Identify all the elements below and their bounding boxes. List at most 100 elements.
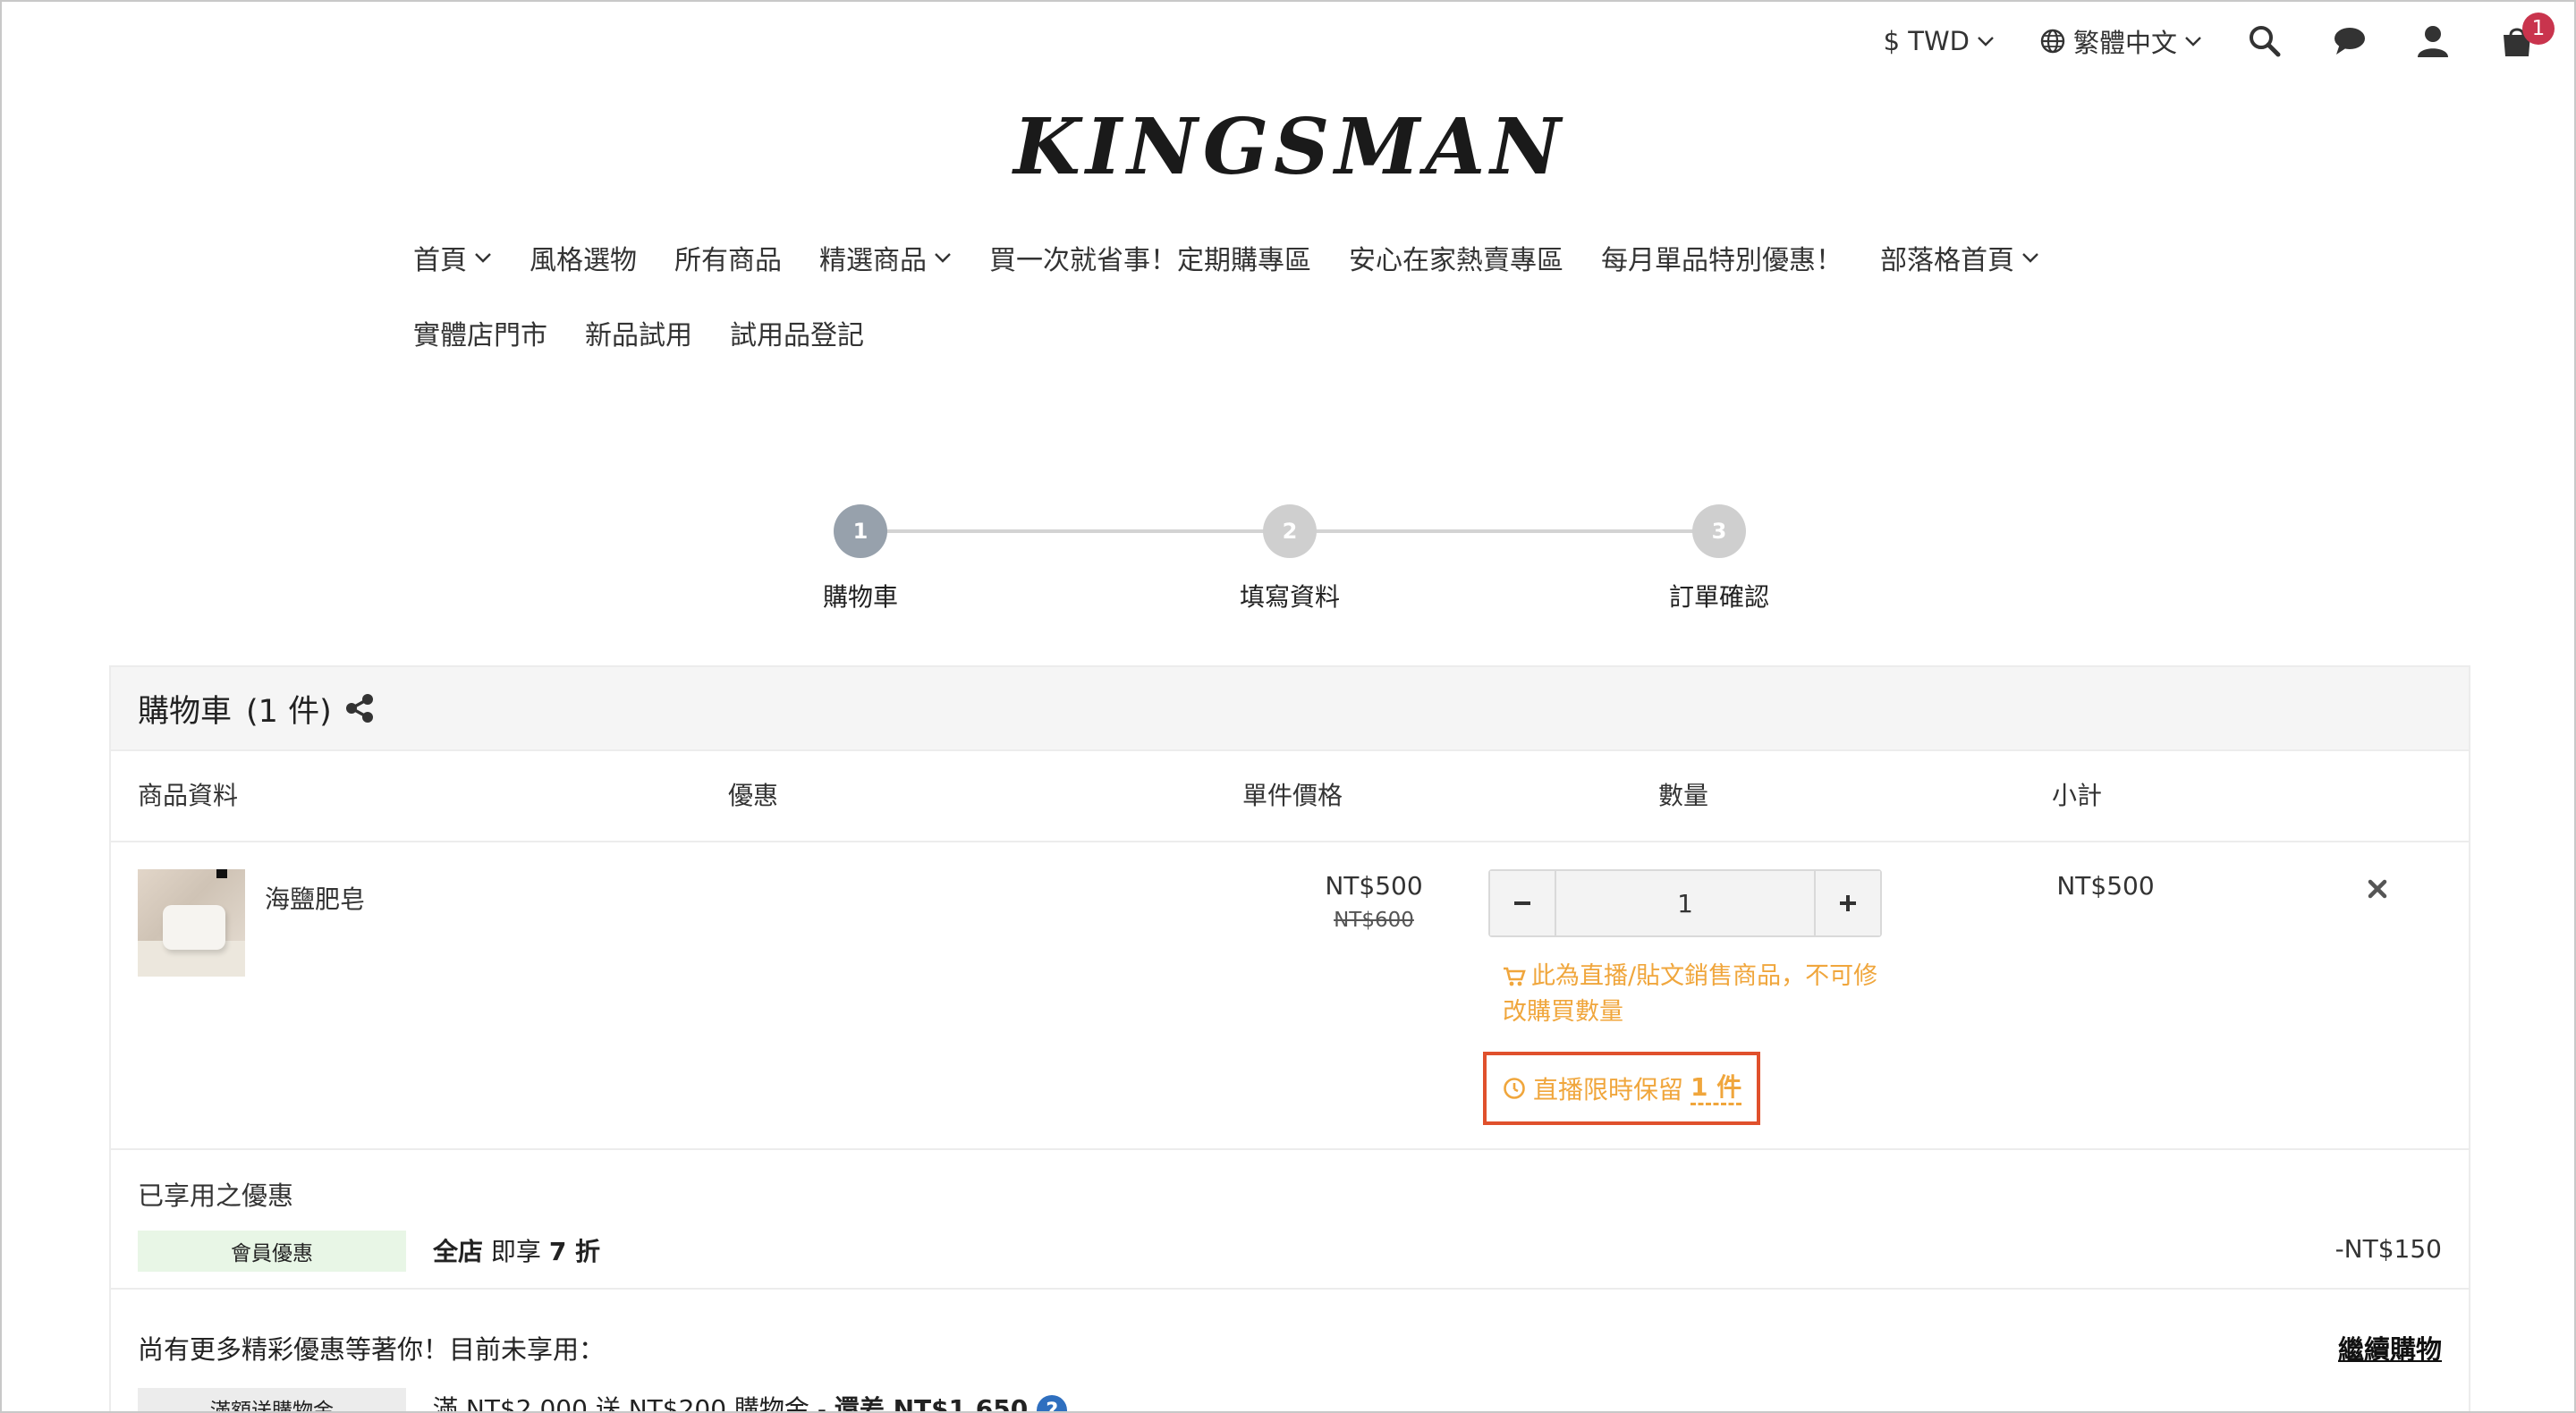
chevron-down-icon xyxy=(2022,253,2038,263)
thumbnail-mark xyxy=(216,869,227,878)
promo-scope: 全店 xyxy=(433,1237,484,1266)
nav-item-label: 試用品登記 xyxy=(730,320,864,351)
share-icon xyxy=(345,694,373,723)
nav-item[interactable]: 買一次就省事！定期購專區 xyxy=(989,238,1311,277)
promo-discount: 7 折 xyxy=(548,1237,601,1266)
member-promo-tag: 會員優惠 xyxy=(138,1231,406,1272)
step-3-number: 3 xyxy=(1692,504,1746,558)
hold-quantity[interactable]: 1 件 xyxy=(1690,1072,1742,1105)
step-confirm: 3 訂單確認 xyxy=(1630,504,1809,613)
search-button[interactable] xyxy=(2243,20,2286,63)
nav-item[interactable]: 風格選物 xyxy=(530,238,637,277)
promo-connector: 即享 xyxy=(483,1237,549,1266)
chevron-down-icon xyxy=(2185,37,2201,47)
step-2-number: 2 xyxy=(1263,504,1317,558)
checkout-steps: 1 購物車 2 填寫資料 3 訂單確認 xyxy=(2,504,2574,613)
row-divider xyxy=(111,841,2469,842)
language-selector[interactable]: 繁體中文 xyxy=(2039,22,2202,60)
nav-item[interactable]: 部落格首頁 xyxy=(1880,238,2039,277)
column-header-unit-price: 單件價格 xyxy=(1242,781,1343,810)
main-nav: 首頁 風格選物 所有商品 精選商品 買一次就省事！定期購專區 安心在家熱賣專區 每月單品特別… xyxy=(413,238,2184,352)
quantity-stepper: 1 xyxy=(1488,869,1882,937)
help-icon[interactable]: ? xyxy=(1037,1395,1068,1411)
item-subtotal: NT$500 xyxy=(2056,871,2155,901)
plus-icon xyxy=(1840,895,1856,911)
currency-label: $ TWD xyxy=(1883,26,1970,56)
nav-item[interactable]: 安心在家熱賣專區 xyxy=(1349,238,1563,277)
language-label: 繁體中文 xyxy=(2072,28,2177,58)
cart-panel: 購物車 (1 件) 商品資料 優惠 單件價格 數量 小計 海鹽肥皂 NT$500… xyxy=(109,665,2470,1413)
nav-item-label: 首頁 xyxy=(413,245,467,276)
row-divider xyxy=(111,1288,2469,1290)
currency-selector[interactable]: $ TWD xyxy=(1884,26,1995,56)
step-cart: 1 購物車 xyxy=(771,504,950,613)
step-1-label: 購物車 xyxy=(822,582,898,612)
column-header-discount: 優惠 xyxy=(728,781,779,810)
continue-shopping-link[interactable]: 繼續購物 xyxy=(2338,1329,2442,1366)
utility-bar: $ TWD 繁體中文 1 xyxy=(1839,13,2555,66)
cart-header: 購物車 (1 件) xyxy=(111,667,2469,751)
cashback-promo-tag: 滿額送購物金 xyxy=(138,1388,406,1411)
nav-item-label: 每月單品特別優惠！ xyxy=(1601,245,1843,276)
nav-item-label: 所有商品 xyxy=(674,245,782,276)
member-promo-amount: -NT$150 xyxy=(2334,1234,2442,1264)
nav-item-label: 實體店門市 xyxy=(413,320,547,351)
user-icon xyxy=(2418,26,2448,57)
product-thumbnail[interactable] xyxy=(138,869,245,977)
nav-item-label: 部落格首頁 xyxy=(1880,245,2014,276)
site-logo[interactable]: KINGSMAN xyxy=(2,102,2574,192)
live-hold-notice: 直播限時保留 1 件 xyxy=(1483,1052,1760,1125)
nav-item[interactable]: 實體店門市 xyxy=(413,313,547,352)
cart-count-badge: 1 xyxy=(2522,13,2555,45)
original-price: NT$600 xyxy=(1334,909,1414,932)
column-header-subtotal: 小計 xyxy=(2052,781,2103,810)
cart-icon xyxy=(1504,967,1526,986)
chevron-down-icon xyxy=(475,253,491,263)
step-3-label: 訂單確認 xyxy=(1668,582,1769,612)
clock-icon xyxy=(1504,1078,1525,1099)
step-info: 2 填寫資料 xyxy=(1200,504,1379,613)
cart-title: 購物車 xyxy=(138,693,233,730)
cart-item-count: (1 件) xyxy=(246,693,332,730)
chat-button[interactable] xyxy=(2327,20,2370,63)
live-sale-note: 此為直播/貼文銷售商品，不可修改購買數量 xyxy=(1503,959,1878,1030)
chat-icon xyxy=(2334,28,2365,55)
nav-item[interactable]: 首頁 xyxy=(413,238,492,277)
column-header-quantity: 數量 xyxy=(1658,781,1709,810)
quantity-input[interactable]: 1 xyxy=(1555,871,1816,935)
thumbnail-soap xyxy=(163,905,225,950)
nav-item-label: 安心在家熱賣專區 xyxy=(1349,245,1563,276)
product-name[interactable]: 海鹽肥皂 xyxy=(265,880,365,916)
chevron-down-icon xyxy=(935,253,951,263)
nav-item[interactable]: 新品試用 xyxy=(585,313,692,352)
cashback-promo-text: 滿 NT$2,000 送 NT$200 購物金 - 還差 NT$1,650? xyxy=(433,1390,1068,1413)
live-sale-note-text: 此為直播/貼文銷售商品，不可修改購買數量 xyxy=(1503,962,1878,1026)
nav-item[interactable]: 試用品登記 xyxy=(730,313,864,352)
quantity-decrease-button[interactable] xyxy=(1490,871,1555,935)
hold-label: 直播限時保留 xyxy=(1533,1075,1684,1104)
nav-item[interactable]: 精選商品 xyxy=(819,238,952,277)
globe-icon xyxy=(2040,29,2065,54)
quantity-increase-button[interactable] xyxy=(1816,871,1880,935)
account-button[interactable] xyxy=(2411,20,2454,63)
chevron-down-icon xyxy=(1978,37,1994,47)
cart-button[interactable]: 1 xyxy=(2496,13,2555,63)
unit-price: NT$500 xyxy=(1325,871,1423,901)
applied-promotions-title: 已享用之優惠 xyxy=(138,1180,294,1211)
minus-icon xyxy=(1514,901,1530,905)
nav-item-label: 精選商品 xyxy=(819,245,927,276)
nav-item-label: 風格選物 xyxy=(530,245,637,276)
row-divider xyxy=(111,1148,2469,1150)
column-header-product: 商品資料 xyxy=(138,781,239,810)
nav-item[interactable]: 所有商品 xyxy=(674,238,782,277)
cashback-promo-condition: 滿 NT$2,000 送 NT$200 購物金 - xyxy=(433,1394,835,1413)
nav-item-label: 新品試用 xyxy=(585,320,692,351)
more-promotions-title: 尚有更多精彩優惠等著你！目前未享用： xyxy=(138,1334,606,1365)
share-button[interactable] xyxy=(344,693,375,723)
nav-item-label: 買一次就省事！定期購專區 xyxy=(989,245,1311,276)
remove-item-button[interactable] xyxy=(2360,871,2395,907)
search-icon xyxy=(2250,26,2281,57)
close-icon xyxy=(2368,879,2387,899)
step-1-number: 1 xyxy=(834,504,887,558)
nav-item[interactable]: 每月單品特別優惠！ xyxy=(1601,238,1843,277)
